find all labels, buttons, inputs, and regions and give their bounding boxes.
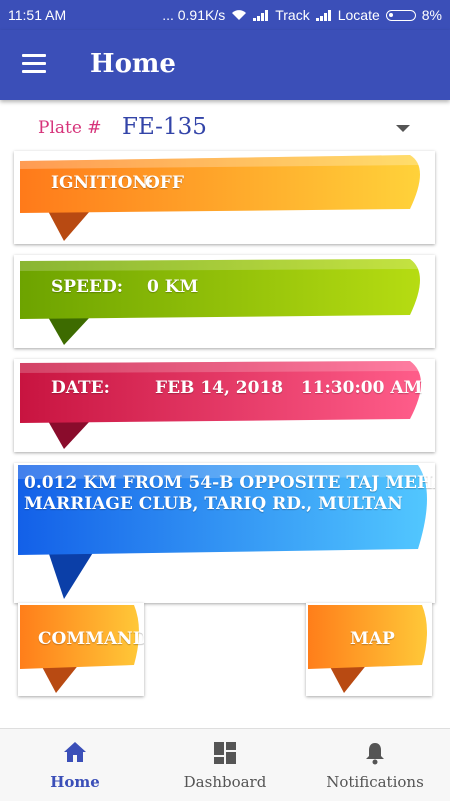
command-label: COMMAND [38, 629, 144, 649]
nav-notifications[interactable]: Notifications [300, 729, 450, 801]
nav-dashboard[interactable]: Dashboard [150, 729, 300, 801]
location-line-2: MARRIAGE CLUB, TARIQ RD., MULTAN [24, 494, 403, 514]
location-line-1: 0.012 KM FROM 54-B OPPOSITE TAJ MEHAL [24, 473, 435, 493]
map-button[interactable]: MAP [306, 603, 432, 696]
network-speed: ... 0.91K/s [162, 7, 226, 23]
home-icon [64, 742, 86, 762]
dashboard-icon [214, 742, 236, 764]
app-bar: Home [0, 30, 450, 100]
status-bar: 11:51 AM ... 0.91K/s Track Locate 8% [0, 0, 450, 30]
carrier-2: Locate [337, 7, 380, 23]
bell-icon [366, 743, 384, 765]
command-button[interactable]: COMMAND [18, 603, 144, 696]
ignition-value: OFF [145, 173, 184, 193]
nav-home[interactable]: Home [0, 729, 150, 801]
status-time: 11:51 AM [8, 7, 67, 23]
speed-card: SPEED: 0 KM [14, 255, 435, 348]
plate-value: FE-135 [122, 114, 207, 140]
battery-icon [385, 9, 416, 21]
nav-home-label: Home [50, 773, 100, 791]
wifi-icon [232, 10, 247, 20]
location-card: 0.012 KM FROM 54-B OPPOSITE TAJ MEHAL MA… [14, 463, 435, 603]
command-ribbon [20, 605, 139, 693]
page-title: Home [90, 49, 176, 79]
chevron-down-icon [396, 125, 410, 132]
date-ribbon [20, 361, 421, 449]
map-ribbon [308, 605, 427, 693]
battery-level: 8% [421, 7, 442, 23]
bottom-nav: Home Dashboard Notifications [0, 728, 450, 801]
ignition-card: IGNITION: OFF [14, 151, 435, 244]
nav-notifications-label: Notifications [326, 773, 424, 791]
date-card: DATE: FEB 14, 2018 11:30:00 AM [14, 359, 435, 452]
signal-icon [253, 9, 269, 21]
ignition-label: IGNITION: [51, 173, 154, 193]
signal-icon [315, 9, 331, 21]
plate-label: Plate # [38, 118, 102, 138]
carrier-1: Track [275, 7, 310, 23]
speed-label: SPEED: [51, 277, 123, 297]
plate-dropdown[interactable]: FE-135 [122, 112, 422, 146]
menu-icon[interactable] [22, 54, 48, 74]
date-label: DATE: [51, 378, 110, 398]
map-label: MAP [350, 629, 395, 649]
ignition-ribbon [20, 155, 420, 241]
status-icons: ... 0.91K/s Track Locate 8% [162, 7, 442, 23]
nav-dashboard-label: Dashboard [183, 773, 267, 791]
speed-value: 0 KM [147, 277, 199, 297]
speed-ribbon [20, 259, 420, 345]
date-value: FEB 14, 2018 11:30:00 AM [155, 378, 423, 398]
